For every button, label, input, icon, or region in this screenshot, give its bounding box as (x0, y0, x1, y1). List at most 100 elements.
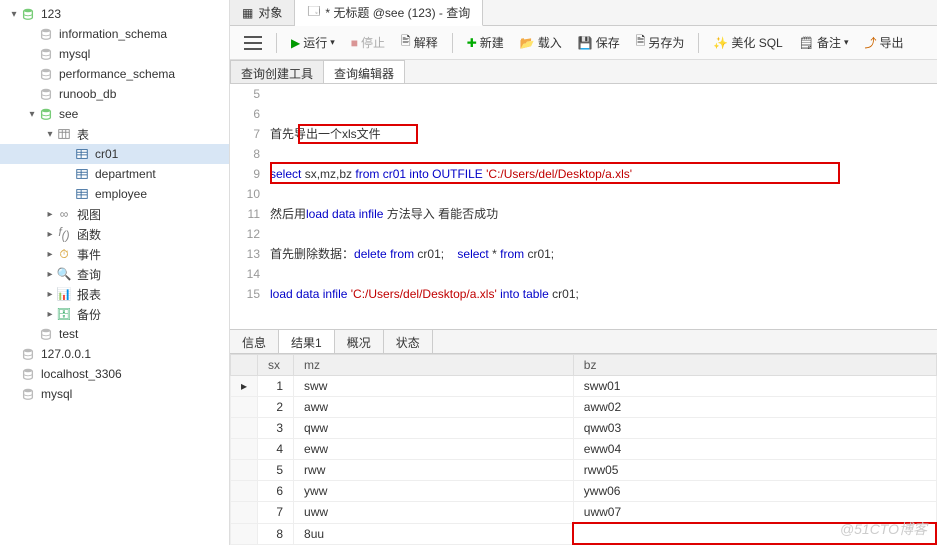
cell[interactable]: aww (294, 397, 574, 418)
tree-node-查询[interactable]: ▸🔍查询 (0, 264, 229, 284)
saveas-button[interactable]: 🗎另存为 (630, 29, 691, 56)
sql-editor[interactable]: 56789101112131415首先导出一个xls文件select sx,mz… (230, 84, 937, 329)
cell[interactable]: qww (294, 418, 574, 439)
tree-node-localhost_3306[interactable]: localhost_3306 (0, 364, 229, 384)
code-line[interactable]: select sx,mz,bz from cr01 into OUTFILE '… (270, 164, 937, 184)
tree-node-cr01[interactable]: cr01 (0, 144, 229, 164)
code-line[interactable]: 然后用load data infile 方法导入 看能否成功 (270, 204, 937, 224)
cell[interactable]: 6 (258, 481, 294, 502)
rtab-info[interactable]: 信息 (230, 330, 279, 353)
table-row[interactable]: 3qwwqww03 (231, 418, 937, 439)
row-selector[interactable] (231, 439, 258, 460)
table-row[interactable]: 88uu (231, 523, 937, 544)
tree-node-函数[interactable]: ▸f()函数 (0, 224, 229, 244)
col-mz[interactable]: mz (294, 355, 574, 376)
tree-node-备份[interactable]: ▸🗄备份 (0, 304, 229, 324)
code-line[interactable] (270, 104, 937, 124)
table-row[interactable]: 6ywwyww06 (231, 481, 937, 502)
btn-label: 载入 (538, 34, 562, 51)
cell[interactable]: rww05 (573, 460, 936, 481)
cell[interactable]: uww (294, 502, 574, 524)
row-selector[interactable]: ▸ (231, 376, 258, 397)
cell[interactable]: 7 (258, 502, 294, 524)
row-selector[interactable] (231, 502, 258, 524)
cell[interactable]: 3 (258, 418, 294, 439)
cell[interactable]: 1 (258, 376, 294, 397)
tree-node-mysql[interactable]: mysql (0, 384, 229, 404)
separator (276, 33, 277, 53)
cell[interactable]: eww04 (573, 439, 936, 460)
view-icon: ∞ (56, 206, 72, 222)
col-bz[interactable]: bz (573, 355, 936, 376)
tree-node-department[interactable]: department (0, 164, 229, 184)
tree-node-表[interactable]: ▾表 (0, 124, 229, 144)
cell[interactable]: yww (294, 481, 574, 502)
code-line[interactable] (270, 184, 937, 204)
explain-button[interactable]: 🖹解释 (395, 29, 444, 56)
code-line[interactable] (270, 144, 937, 164)
tree-node-test[interactable]: test (0, 324, 229, 344)
cell[interactable]: sww01 (573, 376, 936, 397)
tree-node-事件[interactable]: ▸⏱事件 (0, 244, 229, 264)
cell[interactable]: sww (294, 376, 574, 397)
new-button[interactable]: ✚新建 (461, 31, 510, 54)
menu-button[interactable] (238, 33, 268, 53)
tree-node-mysql[interactable]: mysql (0, 44, 229, 64)
tree-node-performance_schema[interactable]: performance_schema (0, 64, 229, 84)
tree-node-employee[interactable]: employee (0, 184, 229, 204)
export-button[interactable]: ⤴导出 (859, 31, 910, 54)
db-grey-icon (38, 66, 54, 82)
row-selector[interactable] (231, 397, 258, 418)
result-grid[interactable]: sxmzbz▸1swwsww012awwaww023qwwqww034ewwew… (230, 354, 937, 545)
table-row[interactable]: 2awwaww02 (231, 397, 937, 418)
db-grey-icon (20, 386, 36, 402)
load-button[interactable]: 📂载入 (514, 31, 568, 54)
table-row[interactable]: 5rwwrww05 (231, 460, 937, 481)
code-line[interactable] (270, 224, 937, 244)
code-line[interactable] (270, 84, 937, 104)
subtab-builder[interactable]: 查询创建工具 (230, 60, 324, 83)
note-button[interactable]: 🗒备注▾ (793, 31, 855, 54)
rtab-status[interactable]: 状态 (384, 330, 433, 353)
cell[interactable]: qww03 (573, 418, 936, 439)
tree-node-see[interactable]: ▾see (0, 104, 229, 124)
cell[interactable]: 8uu (294, 523, 574, 544)
cell[interactable]: rww (294, 460, 574, 481)
tab-query[interactable]: 🗔 * 无标题 @see (123) - 查询 (295, 0, 483, 26)
cell[interactable]: eww (294, 439, 574, 460)
db-green-icon (20, 6, 36, 22)
run-button[interactable]: ▶运行▾ (285, 31, 341, 54)
subtab-editor[interactable]: 查询编辑器 (323, 60, 405, 83)
tree-node-报表[interactable]: ▸📊报表 (0, 284, 229, 304)
rtab-result[interactable]: 结果1 (279, 330, 335, 353)
row-selector[interactable] (231, 523, 258, 544)
cell[interactable]: 4 (258, 439, 294, 460)
tree-node-information_schema[interactable]: information_schema (0, 24, 229, 44)
row-selector[interactable] (231, 460, 258, 481)
tree-node-123[interactable]: ▾123 (0, 4, 229, 24)
cell[interactable]: yww06 (573, 481, 936, 502)
code-line[interactable]: 首先删除数据：delete from cr01; select * from c… (270, 244, 937, 264)
expand-icon: ▸ (44, 229, 56, 240)
row-selector[interactable] (231, 418, 258, 439)
row-selector[interactable] (231, 481, 258, 502)
save-button[interactable]: 💾保存 (572, 31, 626, 54)
cell[interactable]: 8 (258, 523, 294, 544)
beautify-button[interactable]: ✨美化 SQL (707, 31, 788, 54)
cell[interactable]: 2 (258, 397, 294, 418)
table-row[interactable]: 7uwwuww07 (231, 502, 937, 524)
code-line[interactable] (270, 264, 937, 284)
table-row[interactable]: ▸1swwsww01 (231, 376, 937, 397)
cell[interactable]: 5 (258, 460, 294, 481)
code-line[interactable]: 首先导出一个xls文件 (270, 124, 937, 144)
tree-node-runoob_db[interactable]: runoob_db (0, 84, 229, 104)
table-row[interactable]: 4ewweww04 (231, 439, 937, 460)
tab-objects[interactable]: ▦ 对象 (230, 0, 295, 25)
cell[interactable]: aww02 (573, 397, 936, 418)
rtab-profile[interactable]: 概况 (335, 330, 384, 353)
tree-node-视图[interactable]: ▸∞视图 (0, 204, 229, 224)
tree-node-127.0.0.1[interactable]: 127.0.0.1 (0, 344, 229, 364)
col-sx[interactable]: sx (258, 355, 294, 376)
code-line[interactable]: load data infile 'C:/Users/del/Desktop/a… (270, 284, 937, 304)
explain-icon: 🖹 (401, 32, 411, 53)
